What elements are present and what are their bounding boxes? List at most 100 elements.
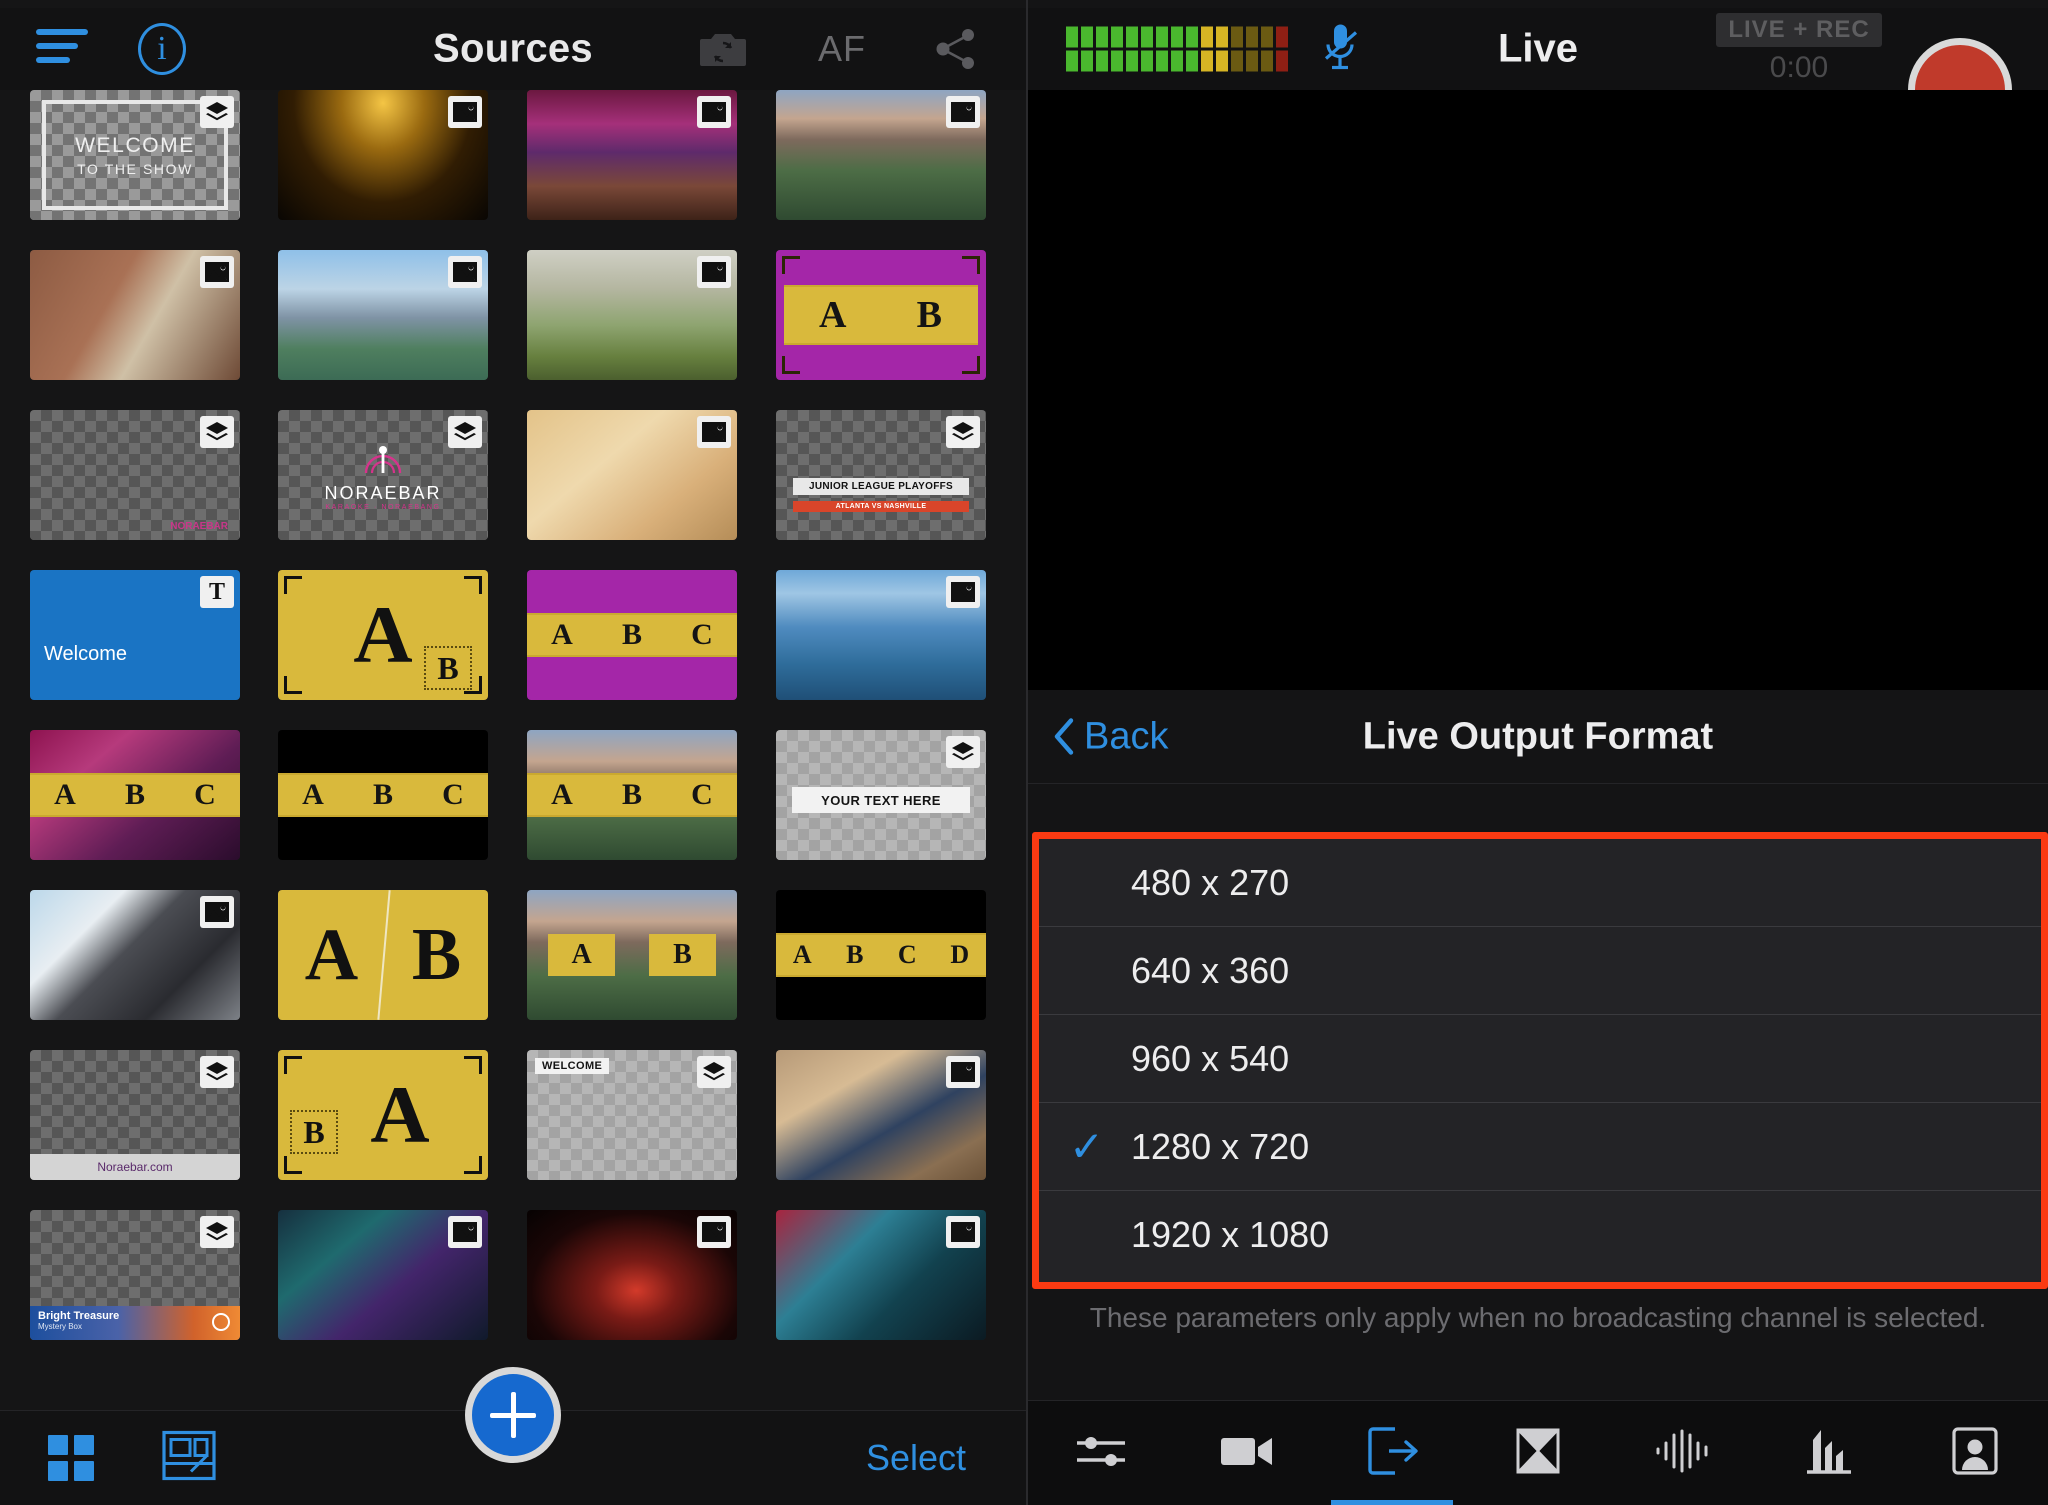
letter-cell: B [124, 777, 145, 811]
thumbnail-content: AB [278, 890, 488, 1020]
format-option-row[interactable]: 480 x 270 [1039, 839, 2041, 927]
sources-grid[interactable]: WELCOME TO THE SHOW A B NORAEBAR NORAEBAR KARA… [0, 90, 1026, 1410]
bar-levels-icon [1801, 1426, 1857, 1481]
grid-view-icon[interactable] [48, 1435, 94, 1481]
your-text-box: YOUR TEXT HERE [792, 787, 970, 814]
tab-guest[interactable] [1902, 1401, 2048, 1505]
tab-levels[interactable] [1757, 1401, 1903, 1505]
source-thumbnail-guitar-stage-photo[interactable] [776, 1210, 986, 1340]
image-badge-icon [448, 96, 482, 128]
source-thumbnail-marsh-landscape[interactable] [527, 250, 737, 380]
crop-bracket [962, 356, 980, 374]
image-badge-icon [200, 896, 234, 928]
source-thumbnail-mountain-photo[interactable] [30, 890, 240, 1020]
source-thumbnail-ab-band-cityscape[interactable]: AB [527, 890, 737, 1020]
lower-third-title: JUNIOR LEAGUE PLAYOFFS [792, 477, 970, 495]
letter-cell: B [846, 939, 864, 969]
layout-view-icon[interactable] [162, 1430, 216, 1486]
thumbnail-content: A B C [278, 730, 488, 860]
flip-camera-icon[interactable] [700, 30, 746, 68]
source-thumbnail-noraebar-url-bar[interactable]: Noraebar.com [30, 1050, 240, 1180]
tab-audio[interactable] [1611, 1401, 1757, 1505]
live-output-format-highlight: 480 x 270 640 x 360 960 x 540 ✓ 1280 x 720 19… [1032, 832, 2048, 1289]
url-bar: Noraebar.com [30, 1154, 240, 1180]
source-thumbnail-brick-building[interactable] [30, 250, 240, 380]
source-thumbnail-stage-teal-photo[interactable] [278, 1210, 488, 1340]
output-export-icon [1365, 1425, 1419, 1482]
source-thumbnail-abc-band-black[interactable]: A B C [278, 730, 488, 860]
welcome-tag: WELCOME [535, 1058, 610, 1074]
tab-video[interactable] [1174, 1401, 1320, 1505]
source-thumbnail-concert-gold[interactable] [278, 90, 488, 220]
sources-grid-row: Welcome T A B A B C [0, 570, 1026, 728]
letter-cell: C [691, 617, 713, 651]
record-timer: 0:00 [1769, 51, 1829, 84]
image-badge-icon [697, 256, 731, 288]
source-thumbnail-crowd-purple[interactable] [527, 90, 737, 220]
pip-letter-b: B [290, 1110, 338, 1154]
source-thumbnail-ab-split-purple[interactable]: AB [776, 250, 986, 380]
source-thumbnail-abc-band-magenta[interactable]: A B C [527, 570, 737, 700]
format-option-label: 1920 x 1080 [1131, 1214, 1330, 1255]
format-option-row[interactable]: ✓ 1280 x 720 [1039, 1103, 2041, 1191]
banner-line-1: Bright Treasure [38, 1310, 120, 1322]
source-thumbnail-welcome-title-card[interactable]: Welcome T [30, 570, 240, 700]
banner-line-2: Mystery Box [38, 1322, 83, 1331]
letter-band: A B C [278, 772, 488, 818]
lower-third-subtitle: ATLANTA VS NASHVILLE [792, 501, 970, 512]
source-thumbnail-abc-band-silk[interactable]: A B C [30, 730, 240, 860]
status-badge: LIVE + REC [1716, 13, 1882, 47]
sources-grid-row: ABABABCD [0, 890, 1026, 1048]
source-thumbnail-city-river[interactable] [278, 250, 488, 380]
source-thumbnail-welcome-to-the-show[interactable]: WELCOME TO THE SHOW [30, 90, 240, 220]
sources-grid-row: NORAEBAR NORAEBAR KARAOKE · NORAEBANG JUNIO… [0, 410, 1026, 568]
tab-transition[interactable] [1465, 1401, 1611, 1505]
format-option-label: 480 x 270 [1131, 861, 1290, 903]
layers-badge-icon [200, 416, 234, 448]
source-thumbnail-pip-a-b[interactable]: AB [278, 570, 488, 700]
title-card-text: Welcome [44, 642, 127, 665]
source-thumbnail-pip-b-a[interactable]: AB [278, 1050, 488, 1180]
source-thumbnail-noraebar-watermark[interactable]: NORAEBAR [30, 410, 240, 540]
source-thumbnail-abcd-band-black[interactable]: A B C D [776, 890, 986, 1020]
letter-cell: B [621, 617, 642, 651]
thumbnail-content: AB [527, 890, 737, 1020]
pip-letter-b: B [424, 646, 472, 690]
ab-big-letter: A [304, 913, 359, 996]
tab-output[interactable] [1319, 1401, 1465, 1505]
source-thumbnail-abc-band-cityscape[interactable]: A B C [527, 730, 737, 860]
af-button[interactable]: AF [818, 28, 866, 70]
format-option-row[interactable]: 640 x 360 [1039, 927, 2041, 1015]
source-thumbnail-austin-skyline[interactable] [776, 90, 986, 220]
source-thumbnail-stage-red-photo[interactable] [527, 1210, 737, 1340]
crop-bracket [782, 256, 800, 274]
source-thumbnail-welcome-tag[interactable]: WELCOME [527, 1050, 737, 1180]
source-thumbnail-ab-fullscreen-split[interactable]: AB [278, 890, 488, 1020]
letter-cell: C [897, 939, 917, 969]
letter-band: A B C [527, 772, 737, 818]
format-option-row[interactable]: 960 x 540 [1039, 1015, 2041, 1103]
panel-header: Back Live Output Format [1028, 690, 2048, 784]
format-option-label: 640 x 360 [1131, 949, 1290, 991]
source-thumbnail-junior-league-lower-third[interactable]: JUNIOR LEAGUE PLAYOFFS ATLANTA VS NASHVIL… [776, 410, 986, 540]
live-output-format-list[interactable]: 480 x 270 640 x 360 960 x 540 ✓ 1280 x 720 19… [1039, 839, 2041, 1282]
app-root: i Sources AF WELCOME TO THE SHOW A B NOR… [0, 0, 2048, 1505]
letter-cell: D [950, 939, 970, 969]
select-button[interactable]: Select [866, 1437, 966, 1479]
layers-badge-icon [448, 416, 482, 448]
source-thumbnail-riverwalk-photo[interactable] [776, 570, 986, 700]
transition-icon [1515, 1427, 1561, 1480]
source-thumbnail-family-photo[interactable] [776, 1050, 986, 1180]
welcome-line-2: TO THE SHOW [77, 160, 193, 177]
source-thumbnail-bright-treasure-banner[interactable]: Bright Treasure Mystery Box [30, 1210, 240, 1340]
tab-settings[interactable] [1028, 1401, 1174, 1505]
share-icon[interactable] [935, 27, 977, 71]
letter-cell: B [372, 777, 393, 811]
source-thumbnail-noraebar-logo[interactable]: NORAEBAR KARAOKE · NORAEBANG [278, 410, 488, 540]
live-preview-surface[interactable] [1028, 90, 2048, 690]
source-thumbnail-your-text-here[interactable]: YOUR TEXT HERE [776, 730, 986, 860]
format-option-row[interactable]: 1920 x 1080 [1039, 1191, 2041, 1279]
add-source-button[interactable] [465, 1367, 561, 1463]
source-thumbnail-hummus-dish[interactable] [527, 410, 737, 540]
format-checkmark-icon: ✓ [1069, 1122, 1105, 1170]
